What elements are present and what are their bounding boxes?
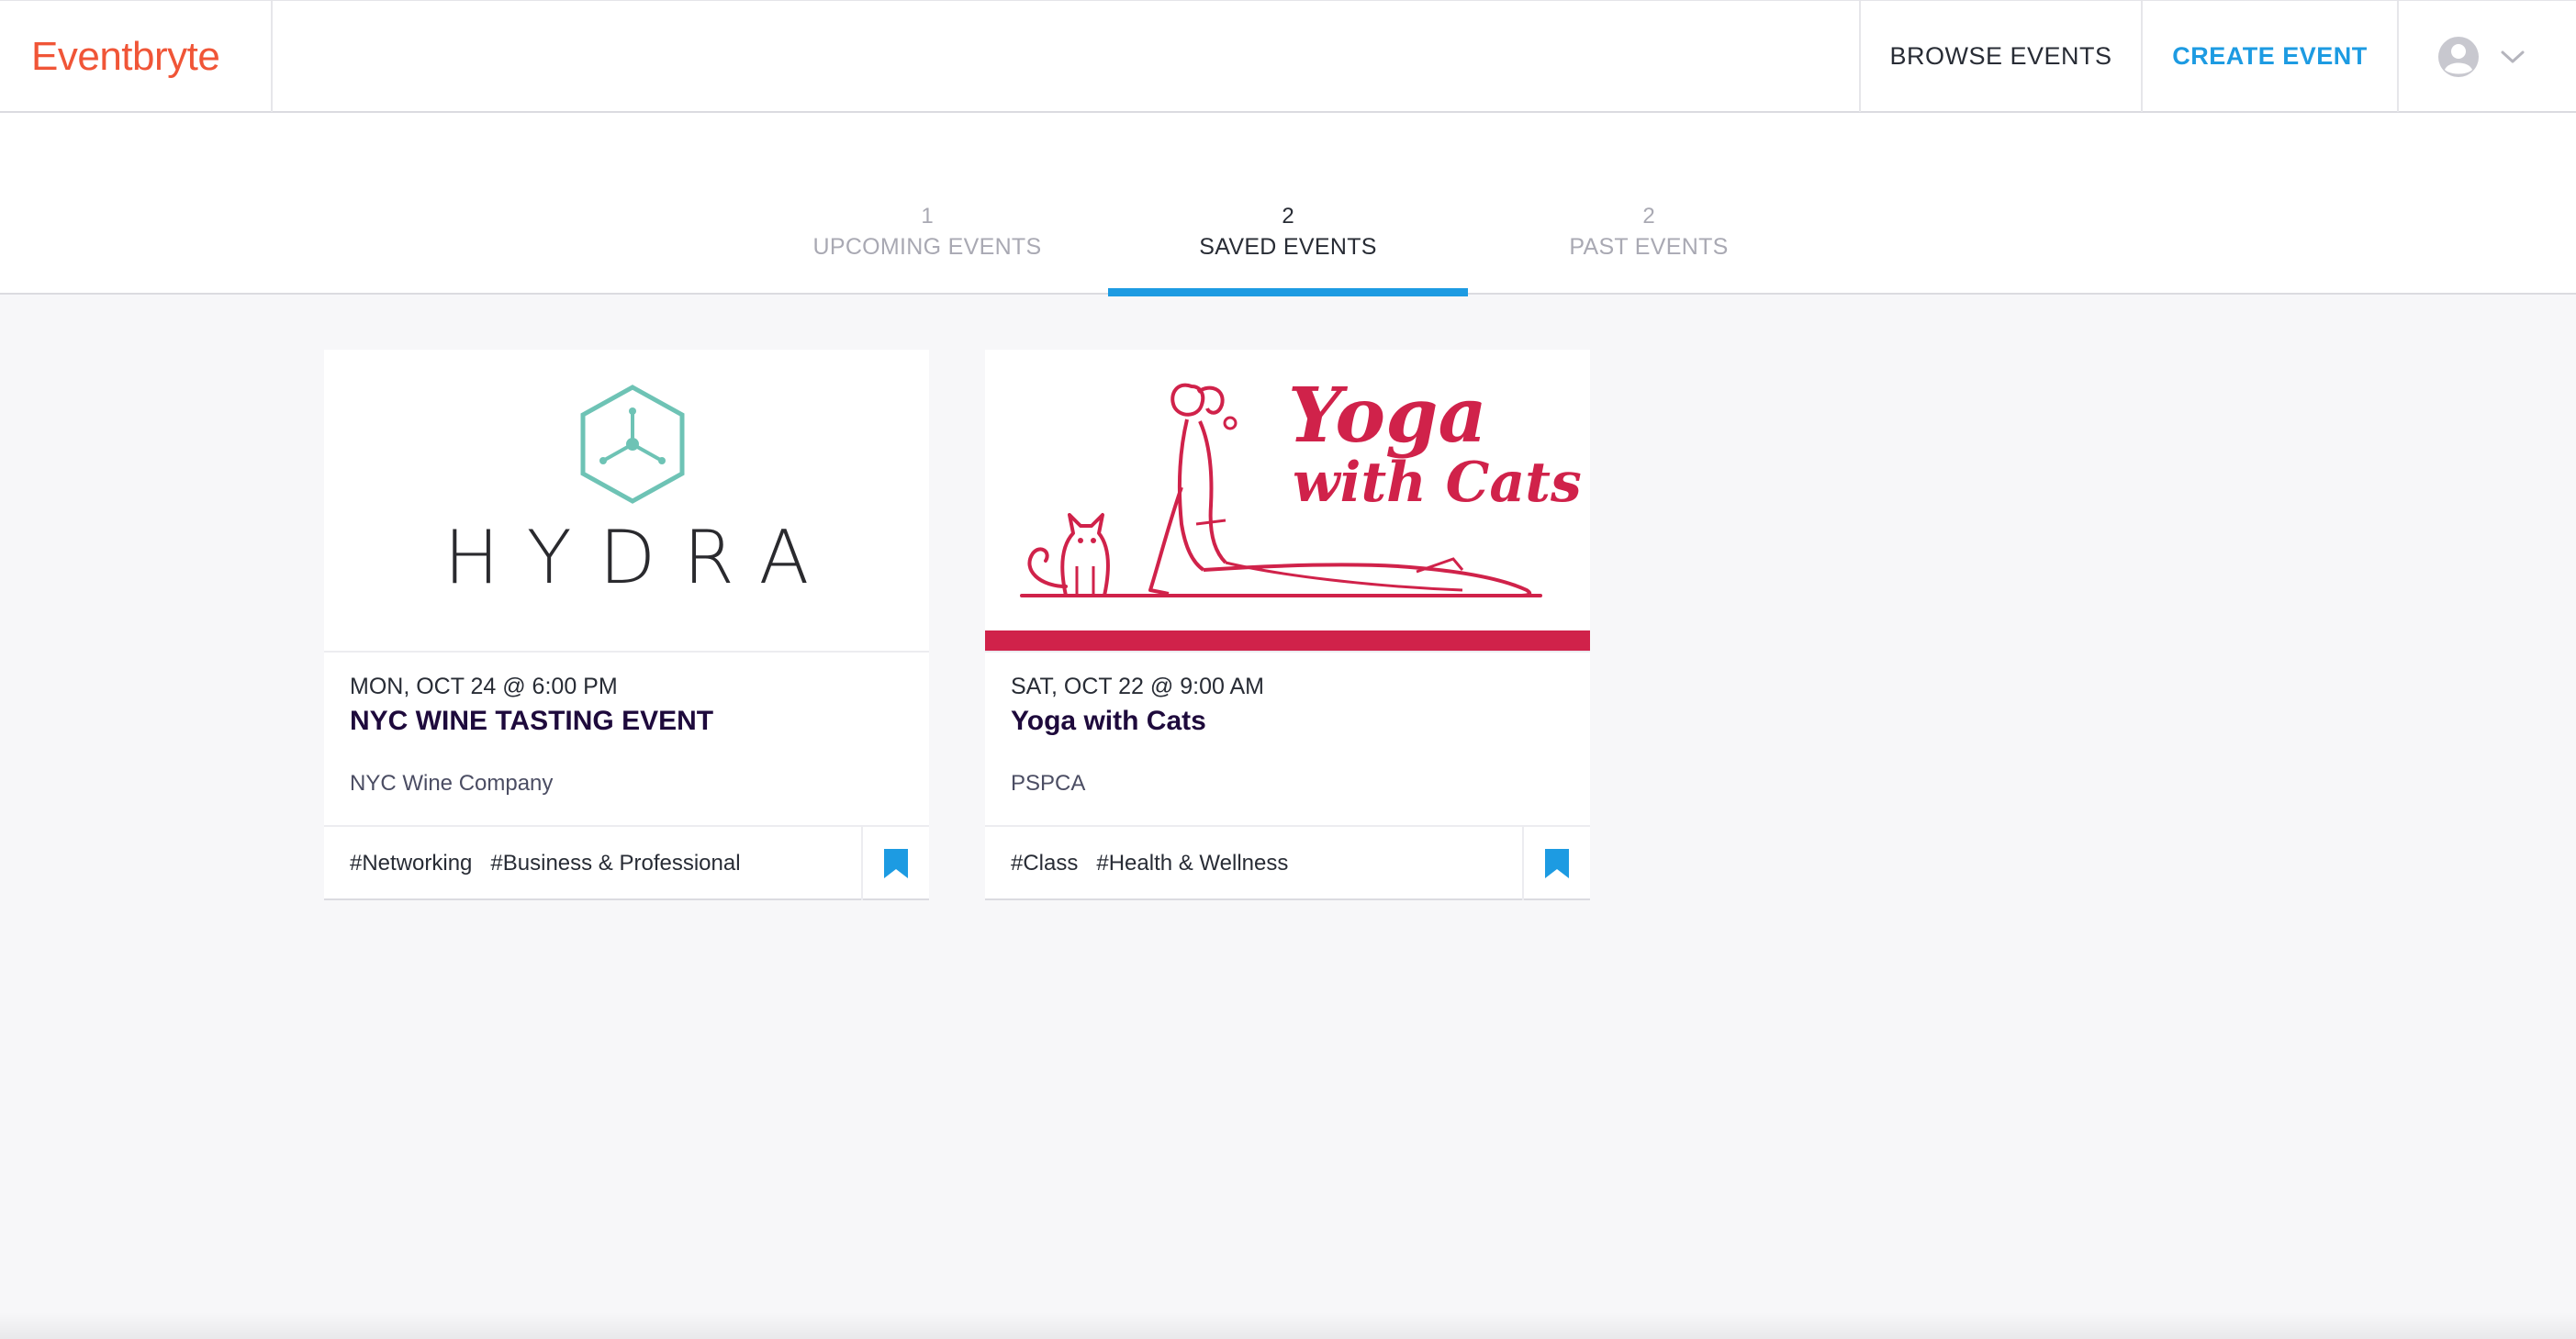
event-tag[interactable]: #Business & Professional <box>490 851 740 876</box>
logo-container[interactable]: Eventbryte <box>0 1 273 112</box>
yoga-with-cats-illustration: Yoga with Cats <box>985 350 1590 651</box>
event-card: Yoga with Cats SAT, OCT 22 @ 9:00 AM Yog… <box>985 350 1590 900</box>
event-organizer: PSPCA <box>1011 771 1086 796</box>
tab-count: 1 <box>921 204 934 229</box>
event-card: HYDRA MON, OCT 24 @ 6:00 PM NYC WINE TAS… <box>324 350 929 900</box>
event-image[interactable]: HYDRA <box>324 350 929 653</box>
event-footer: #Networking #Business & Professional <box>324 825 929 900</box>
window-bottom-shadow <box>0 1312 2576 1339</box>
event-tabs: 1 UPCOMING EVENTS 2 SAVED EVENTS 2 PAST … <box>0 113 2576 296</box>
event-title[interactable]: NYC WINE TASTING EVENT <box>350 702 903 741</box>
tab-saved-events[interactable]: 2 SAVED EVENTS <box>1108 203 1468 296</box>
image-brand-text: HYDRA <box>443 515 837 600</box>
event-date: SAT, OCT 22 @ 9:00 AM <box>1011 674 1264 699</box>
top-nav: Eventbryte BROWSE EVENTS CREATE EVENT <box>0 0 2576 113</box>
bookmark-icon <box>884 849 908 878</box>
create-event-link[interactable]: CREATE EVENT <box>2141 1 2397 112</box>
browse-events-link[interactable]: BROWSE EVENTS <box>1859 1 2141 112</box>
event-details: SAT, OCT 22 @ 9:00 AM Yoga with Cats PSP… <box>1011 671 1564 799</box>
event-tag[interactable]: #Class <box>1011 851 1078 876</box>
image-title-line2: with Cats <box>1293 451 1582 515</box>
tab-count: 2 <box>1282 204 1294 229</box>
tab-upcoming-events[interactable]: 1 UPCOMING EVENTS <box>747 203 1107 295</box>
user-menu[interactable] <box>2397 1 2576 112</box>
event-tag[interactable]: #Networking <box>350 851 472 876</box>
save-event-button[interactable] <box>861 827 929 900</box>
event-details: MON, OCT 24 @ 6:00 PM NYC WINE TASTING E… <box>350 671 903 799</box>
eventbryte-logo[interactable]: Eventbryte <box>31 34 220 80</box>
event-tags: #Networking #Business & Professional <box>350 827 741 900</box>
user-avatar-icon[interactable] <box>2437 36 2480 78</box>
hydra-logo-icon <box>580 385 685 504</box>
tab-label: SAVED EVENTS <box>1199 234 1377 260</box>
tab-label: PAST EVENTS <box>1569 234 1729 260</box>
tab-count: 2 <box>1642 204 1655 229</box>
event-tag[interactable]: #Health & Wellness <box>1096 851 1288 876</box>
chevron-down-icon[interactable] <box>2500 49 2526 65</box>
tab-past-events[interactable]: 2 PAST EVENTS <box>1469 203 1829 295</box>
bookmark-icon <box>1545 849 1569 878</box>
image-title-line1: Yoga <box>1288 372 1487 460</box>
tab-label: UPCOMING EVENTS <box>812 234 1042 260</box>
save-event-button[interactable] <box>1522 827 1590 900</box>
event-tags: #Class #Health & Wellness <box>1011 827 1288 900</box>
event-organizer: NYC Wine Company <box>350 771 554 796</box>
event-footer: #Class #Health & Wellness <box>985 825 1590 900</box>
event-title[interactable]: Yoga with Cats <box>1011 702 1564 741</box>
event-image[interactable]: Yoga with Cats <box>985 350 1590 653</box>
event-date: MON, OCT 24 @ 6:00 PM <box>350 674 618 699</box>
